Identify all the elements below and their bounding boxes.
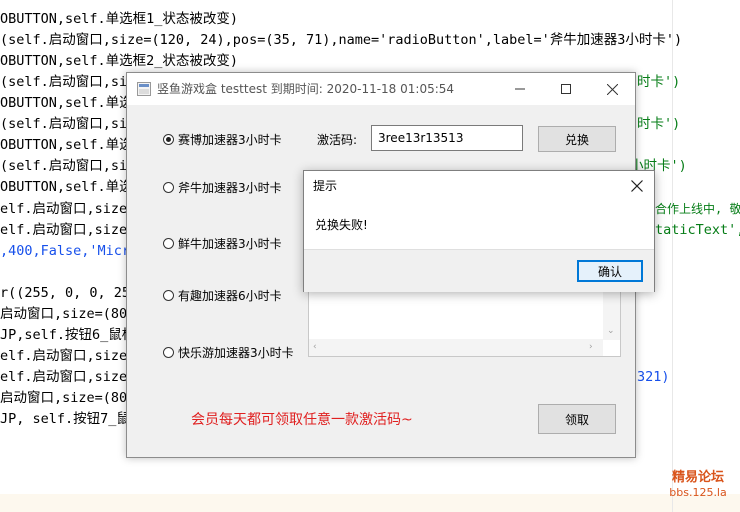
scroll-down-icon[interactable]: ⌄ — [607, 326, 615, 336]
maximize-button[interactable] — [543, 73, 589, 105]
code-line: elf.启动窗口,size=( — [0, 201, 144, 217]
code-line: JP,self.按钮6_鼠标 — [0, 327, 136, 343]
radio-checked-icon — [163, 133, 174, 145]
close-button[interactable] — [589, 73, 635, 105]
dialog-footer: 确认 — [304, 249, 654, 292]
ok-button[interactable]: 确认 — [577, 260, 643, 282]
promo-text: 会员每天都可领取任意一款激活码~ — [191, 412, 413, 428]
window-titlebar[interactable]: 竖鱼游戏盒 testtest 到期时间: 2020-11-18 01:05:54 — [127, 73, 635, 105]
code-line: 启动窗口,size=(80, — [0, 306, 136, 322]
scroll-right-icon[interactable]: › — [589, 342, 593, 352]
radio-option-5[interactable]: 快乐游加速器3小时卡 — [163, 343, 294, 361]
forum-watermark: 精易论坛 bbs.125.la — [660, 470, 736, 499]
radio-option-2[interactable]: 斧牛加速器3小时卡 — [163, 178, 282, 196]
code-fragment: taticText',s — [655, 222, 740, 238]
radio-option-1[interactable]: 赛博加速器3小时卡 — [163, 130, 282, 148]
claim-button[interactable]: 领取 — [538, 404, 616, 434]
code-line: (self.启动窗口,siz — [0, 116, 136, 132]
watermark-title: 精易论坛 — [671, 470, 724, 485]
radio-label: 快乐游加速器3小时卡 — [178, 345, 294, 360]
code-fragment: 时卡') — [637, 74, 681, 90]
radio-label: 有趣加速器6小时卡 — [178, 288, 282, 303]
dialog-title: 提示 — [313, 179, 338, 193]
code-line: OBUTTON,self.单选 — [0, 179, 133, 195]
code-line: OBUTTON,self.单选框2_状态被改变) — [0, 53, 239, 69]
window-title: 竖鱼游戏盒 testtest 到期时间: 2020-11-18 01:05:54 — [157, 82, 455, 96]
redeem-button[interactable]: 兑换 — [538, 126, 616, 152]
code-line: JP, self.按钮7_鼠标 — [0, 411, 144, 427]
radio-unchecked-icon — [163, 237, 174, 249]
code-line: OBUTTON,self.单选 — [0, 95, 133, 111]
app-icon — [137, 82, 151, 96]
code-line: (self.启动窗口,siz — [0, 158, 136, 174]
editor-status-band — [0, 494, 740, 512]
text-area[interactable]: ⌄ ‹ › — [308, 283, 621, 357]
activation-code-label: 激活码: — [317, 133, 358, 147]
code-line: elf.启动窗口,size= — [0, 369, 136, 385]
code-line: elf.启动窗口,size= — [0, 348, 136, 364]
scroll-left-icon[interactable]: ‹ — [313, 342, 317, 352]
radio-label: 鲜牛加速器3小时卡 — [178, 236, 282, 251]
maximize-icon — [561, 84, 571, 94]
code-line: OBUTTON,self.单选 — [0, 137, 133, 153]
radio-label: 赛博加速器3小时卡 — [178, 132, 282, 147]
code-line: (self.启动窗口,size=(120, 24),pos=(35, 71),n… — [0, 32, 683, 48]
radio-option-3[interactable]: 鲜牛加速器3小时卡 — [163, 234, 282, 252]
radio-unchecked-icon — [163, 346, 174, 358]
code-line: OBUTTON,self.单选框1_状态被改变) — [0, 11, 239, 27]
radio-unchecked-icon — [163, 181, 174, 193]
minimize-icon — [515, 88, 525, 90]
code-fragment: 时卡') — [637, 116, 681, 132]
code-line: ,400,False,'Micro — [0, 243, 139, 259]
close-icon — [606, 83, 618, 95]
close-icon — [631, 180, 643, 192]
radio-unchecked-icon — [163, 289, 174, 301]
code-line: 启动窗口,size=(80, — [0, 390, 136, 406]
watermark-url: bbs.125.la — [669, 486, 727, 499]
code-line: (self.启动窗口,siz — [0, 74, 136, 90]
activation-code-input[interactable]: 3ree13r13513 — [371, 125, 523, 151]
vertical-scrollbar[interactable]: ⌄ — [603, 284, 620, 340]
horizontal-scrollbar[interactable]: ‹ › — [309, 339, 603, 356]
code-fragment: 321) — [637, 369, 670, 385]
code-line: elf.启动窗口,size=( — [0, 222, 144, 238]
radio-option-4[interactable]: 有趣加速器6小时卡 — [163, 286, 282, 304]
dialog-close-button[interactable] — [620, 171, 654, 201]
message-dialog: 提示 兑换失败! 确认 — [303, 170, 655, 292]
dialog-message: 兑换失败! — [315, 218, 368, 232]
minimize-button[interactable] — [497, 73, 543, 105]
radio-label: 斧牛加速器3小时卡 — [178, 180, 282, 195]
code-fragment: 合作上线中, 敬 — [655, 202, 740, 216]
code-line: r((255, 0, 0, 25 — [0, 285, 131, 301]
